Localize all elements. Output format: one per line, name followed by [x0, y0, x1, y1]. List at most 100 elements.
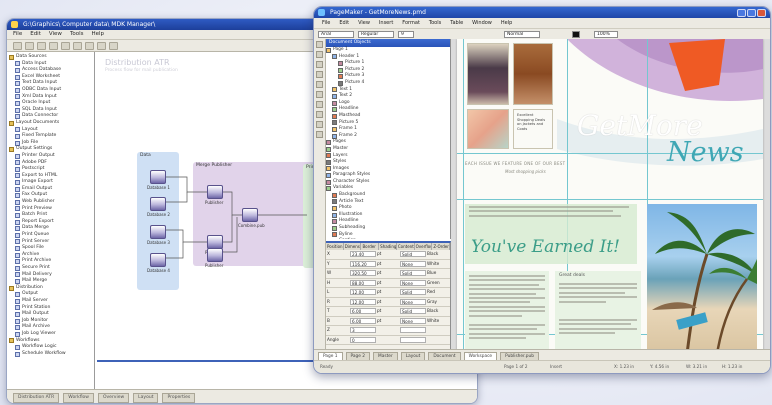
save-icon[interactable]	[37, 42, 46, 50]
object-list-item[interactable]: Master	[326, 146, 450, 153]
property-value-field[interactable]	[426, 326, 450, 335]
newsletter-page[interactable]: Excellent Shopping Deals on Jackets and …	[457, 39, 763, 349]
property-value-field[interactable]: Solid	[400, 289, 426, 295]
tree-item[interactable]: Spool File	[9, 245, 94, 252]
property-value-field[interactable]: 0	[350, 336, 376, 343]
fashion-photo-1[interactable]	[467, 43, 509, 105]
front-titlebar[interactable]: PageMaker - GetMoreNews.pmd	[314, 7, 770, 18]
property-value-field[interactable]: pt	[376, 317, 400, 326]
object-list-item[interactable]: Picture 3	[326, 73, 450, 80]
color-swatch[interactable]	[572, 31, 580, 38]
size-select[interactable]: 9	[398, 31, 414, 38]
menu-help[interactable]: Help	[92, 30, 105, 39]
property-value-field[interactable]: 3	[350, 327, 376, 333]
tree-item[interactable]: Secure Print	[9, 265, 94, 272]
intro-text-block[interactable]	[469, 206, 629, 219]
property-value-field[interactable]: 320.50	[350, 270, 376, 276]
body-text-1[interactable]	[469, 275, 545, 319]
property-value-field[interactable]: None	[400, 279, 426, 286]
property-value-field[interactable]: pt	[376, 279, 400, 288]
property-column-header[interactable]: Z-Order	[432, 243, 450, 250]
text-tool-icon[interactable]	[316, 51, 323, 58]
undo-icon[interactable]	[85, 42, 94, 50]
tree-item[interactable]: Workflow Logic	[9, 344, 94, 351]
property-column-header[interactable]: Dimensions	[344, 243, 362, 250]
paste-icon[interactable]	[73, 42, 82, 50]
back-tab-5[interactable]: Properties	[162, 393, 196, 403]
property-value-field[interactable]: None	[400, 260, 426, 267]
combine-node[interactable]	[242, 208, 258, 222]
object-list-item[interactable]: Headline	[326, 106, 450, 113]
fashion-photo-4[interactable]: Excellent Shopping Deals on Jackets and …	[513, 109, 553, 149]
menu-tools[interactable]: Tools	[70, 30, 84, 39]
object-list-item[interactable]: Caption	[326, 238, 450, 239]
property-value-field[interactable]: Green	[426, 279, 450, 288]
layout-editor-window[interactable]: PageMaker - GetMoreNews.pmd File Edit Vi…	[313, 6, 771, 374]
cut-icon[interactable]	[49, 42, 58, 50]
zoom-out-icon[interactable]	[109, 42, 118, 50]
tree-item[interactable]: Access Database	[9, 67, 94, 74]
tree-item[interactable]: Mail Archive	[9, 324, 94, 331]
menu-file[interactable]: File	[322, 18, 330, 28]
property-value-field[interactable]: pt	[376, 288, 400, 297]
property-value-field[interactable]	[400, 327, 426, 333]
tree-item[interactable]: Mail Merge	[9, 278, 94, 285]
tree-item[interactable]: Data Connector	[9, 113, 94, 120]
publisher-node-1[interactable]	[207, 185, 223, 199]
tree-item[interactable]: Text Data Input	[9, 80, 94, 87]
property-value-field[interactable]: 23.40	[350, 251, 376, 257]
menu-edit[interactable]: Edit	[30, 30, 41, 39]
zoom-in-icon[interactable]	[97, 42, 106, 50]
property-value-field[interactable]: Gray	[426, 298, 450, 307]
property-value-field[interactable]: Solid	[400, 270, 426, 276]
line-tool-icon[interactable]	[316, 61, 323, 68]
property-value-field[interactable]	[426, 336, 450, 345]
object-list-item[interactable]: Page 1	[326, 47, 450, 54]
tree-item[interactable]: ODBC Data Input	[9, 87, 94, 94]
fashion-photo-3[interactable]	[467, 109, 509, 149]
body-text-3[interactable]	[559, 283, 637, 305]
database-node-4[interactable]	[150, 253, 166, 267]
open-icon[interactable]	[25, 42, 34, 50]
zoom-tool-icon[interactable]	[316, 131, 323, 138]
menu-format[interactable]: Format	[402, 18, 420, 28]
properties-rows[interactable]: X 23.40 pt Solid Black Y 116.20 pt None White W 320…	[326, 250, 450, 345]
table-tool-icon[interactable]	[316, 111, 323, 118]
property-value-field[interactable]: 116.20	[350, 260, 376, 267]
property-value-field[interactable]: Blue	[426, 269, 450, 278]
properties-panel[interactable]: PositionDimensionsBorderShadingContentOv…	[326, 241, 451, 351]
property-value-field[interactable]: 12.00	[350, 298, 376, 305]
object-list-item[interactable]: Text 2	[326, 93, 450, 100]
property-column-header[interactable]: Shading	[379, 243, 397, 250]
object-list-item[interactable]: Photo	[326, 205, 450, 212]
publisher-node-3[interactable]	[207, 248, 223, 262]
property-value-field[interactable]: White	[426, 317, 450, 326]
tree-item[interactable]: Fixed Template	[9, 133, 94, 140]
property-column-header[interactable]: Content	[397, 243, 415, 250]
object-list-item[interactable]: Subheading	[326, 225, 450, 232]
tree-item[interactable]: Print Archive	[9, 258, 94, 265]
menu-help[interactable]: Help	[501, 18, 512, 28]
object-list-item[interactable]: Background	[326, 192, 450, 199]
object-list-item[interactable]: Picture 1	[326, 60, 450, 67]
property-column-header[interactable]: Overflow	[415, 243, 433, 250]
maximize-icon[interactable]	[747, 8, 756, 17]
property-value-field[interactable]: White	[426, 260, 450, 269]
back-tab-4[interactable]: Layout	[133, 393, 159, 403]
fashion-photo-2[interactable]	[513, 43, 553, 105]
database-node-1[interactable]	[150, 170, 166, 184]
font-select[interactable]: Arial	[318, 31, 354, 38]
property-value-field[interactable]: Solid	[400, 251, 426, 257]
menu-window[interactable]: Window	[472, 18, 492, 28]
property-value-field[interactable]	[376, 336, 400, 345]
property-value-field[interactable]: Solid	[400, 308, 426, 314]
paragraph-select[interactable]: Normal	[504, 31, 540, 38]
tree-item[interactable]: Postscript	[9, 166, 94, 173]
body-text-2[interactable]	[469, 324, 545, 342]
component-tree[interactable]: Data Sources Data Input Access Database Exc…	[7, 52, 95, 389]
tree-folder[interactable]: Output Settings	[9, 146, 94, 153]
tree-folder[interactable]: Layout Documents	[9, 120, 94, 127]
property-value-field[interactable]: pt	[376, 269, 400, 278]
ellipse-tool-icon[interactable]	[316, 81, 323, 88]
property-value-field[interactable]: pt	[376, 260, 400, 269]
